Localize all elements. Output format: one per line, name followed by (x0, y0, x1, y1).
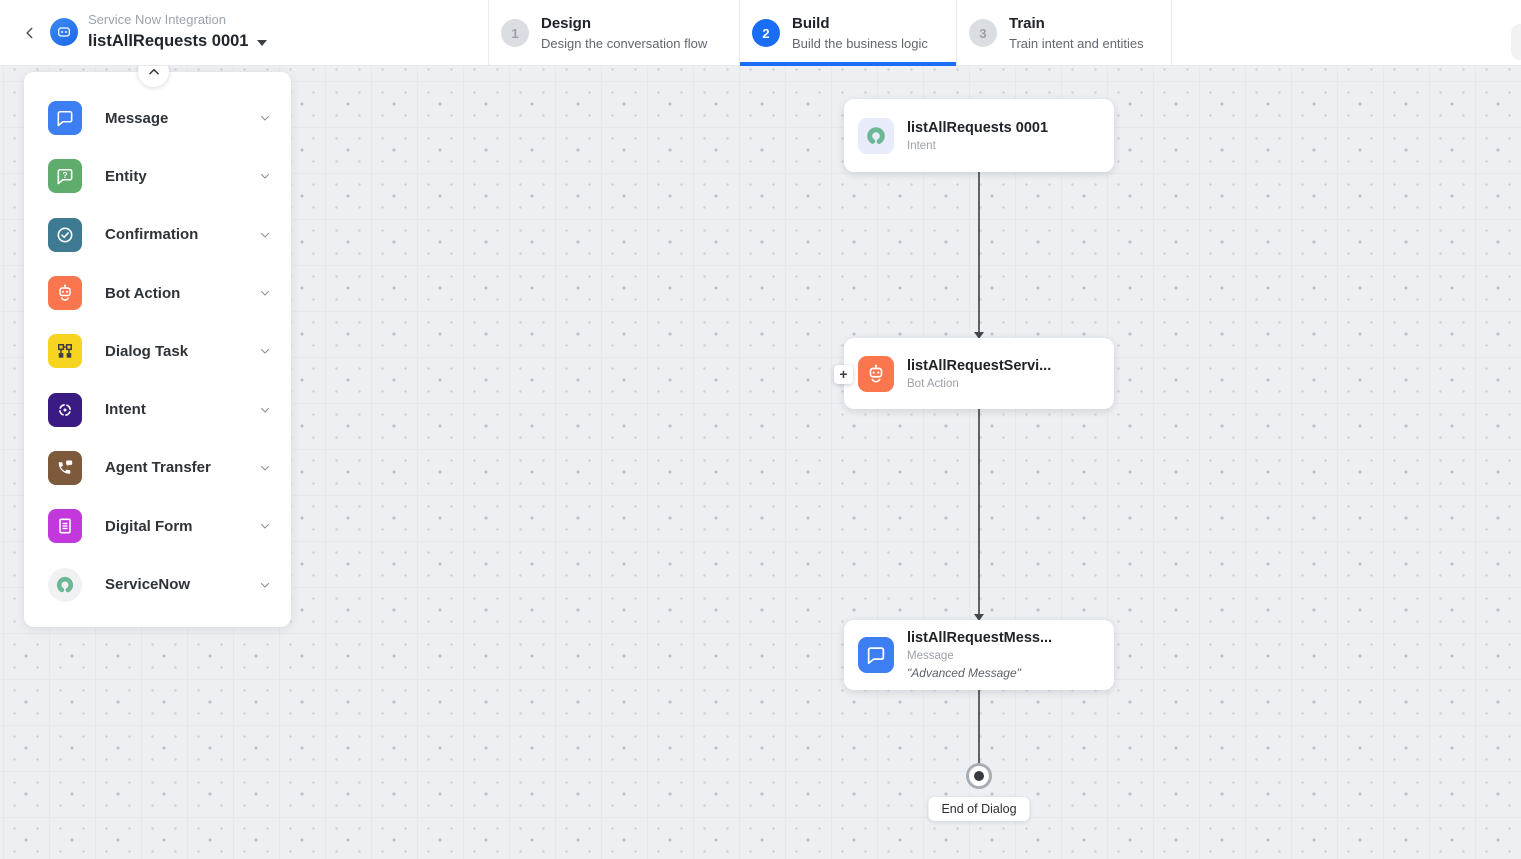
flow-canvas[interactable]: Message ? Entity Confirmation Bot Action (0, 66, 1521, 859)
chevron-down-icon[interactable] (259, 462, 271, 474)
chevron-up-icon (147, 65, 161, 79)
task-title-dropdown[interactable]: listAllRequests 0001 (88, 29, 267, 53)
end-of-dialog-label: End of Dialog (928, 797, 1029, 821)
step-label: Design (541, 14, 707, 34)
caret-down-icon (257, 40, 267, 46)
header: Service Now Integration listAllRequests … (0, 0, 1521, 66)
back-button[interactable] (16, 19, 44, 47)
intent-icon (48, 393, 82, 427)
chevron-left-icon (23, 26, 37, 40)
step-subtitle: Design the conversation flow (541, 35, 707, 52)
active-tab-indicator (740, 62, 956, 66)
bot-action-icon (858, 356, 894, 392)
message-icon (48, 101, 82, 135)
breadcrumb: Service Now Integration (88, 11, 267, 29)
palette-item-bot-action[interactable]: Bot Action (24, 264, 291, 322)
flow-node-message[interactable]: listAllRequestMess... Message "Advanced … (844, 620, 1114, 690)
chevron-down-icon[interactable] (259, 345, 271, 357)
svg-text:?: ? (62, 171, 67, 181)
servicenow-icon (858, 118, 894, 154)
dialog-task-icon (48, 334, 82, 368)
palette-item-label: Entity (105, 168, 259, 185)
palette-item-label: Intent (105, 401, 259, 418)
chevron-down-icon[interactable] (259, 112, 271, 124)
edge-botaction-to-message (978, 409, 980, 614)
node-title: listAllRequestMess... (907, 629, 1052, 647)
chevron-down-icon[interactable] (259, 229, 271, 241)
palette-item-label: Agent Transfer (105, 459, 259, 476)
end-of-dialog-node[interactable] (966, 763, 992, 789)
edge-message-to-end (978, 690, 980, 765)
tab-design[interactable]: 1 Design Design the conversation flow (488, 0, 739, 66)
palette-item-digital-form[interactable]: Digital Form (24, 497, 291, 555)
chevron-down-icon[interactable] (259, 287, 271, 299)
flow-node-bot-action[interactable]: + listAllRequestServi... Bot Action (844, 338, 1114, 409)
node-palette: Message ? Entity Confirmation Bot Action (24, 72, 291, 627)
palette-item-agent-transfer[interactable]: Agent Transfer (24, 439, 291, 497)
step-subtitle: Build the business logic (792, 35, 928, 52)
palette-item-label: Digital Form (105, 518, 259, 535)
palette-item-label: Confirmation (105, 226, 259, 243)
step-tabs: 1 Design Design the conversation flow 2 … (488, 0, 1172, 66)
chevron-down-icon[interactable] (259, 520, 271, 532)
bot-avatar-icon (50, 18, 78, 46)
header-right-button-sliver (1511, 24, 1521, 60)
step-number: 1 (501, 19, 529, 47)
palette-item-label: Bot Action (105, 285, 259, 302)
step-number: 2 (752, 19, 780, 47)
servicenow-icon (48, 568, 82, 602)
node-title: listAllRequestServi... (907, 357, 1051, 375)
flow-node-intent[interactable]: listAllRequests 0001 Intent (844, 99, 1114, 172)
page-title: listAllRequests 0001 (88, 29, 249, 53)
step-number: 3 (969, 19, 997, 47)
node-type: Message (907, 649, 1052, 663)
step-subtitle: Train intent and entities (1009, 35, 1144, 52)
palette-item-label: Message (105, 110, 259, 127)
palette-item-entity[interactable]: ? Entity (24, 147, 291, 205)
node-type: Intent (907, 139, 1048, 153)
tab-build[interactable]: 2 Build Build the business logic (739, 0, 956, 66)
end-dot-icon (974, 771, 984, 781)
chevron-down-icon[interactable] (259, 579, 271, 591)
step-label: Build (792, 14, 928, 34)
edge-intent-to-botaction (978, 172, 980, 332)
chevron-down-icon[interactable] (259, 404, 271, 416)
palette-item-confirmation[interactable]: Confirmation (24, 206, 291, 264)
bot-action-icon (48, 276, 82, 310)
tab-train[interactable]: 3 Train Train intent and entities (956, 0, 1172, 66)
palette-item-message[interactable]: Message (24, 89, 291, 147)
digital-form-icon (48, 509, 82, 543)
confirmation-icon (48, 218, 82, 252)
node-title: listAllRequests 0001 (907, 119, 1048, 137)
entity-icon: ? (48, 159, 82, 193)
palette-item-dialog-task[interactable]: Dialog Task (24, 322, 291, 380)
message-icon (858, 637, 894, 673)
palette-item-label: ServiceNow (105, 576, 259, 593)
node-type: Bot Action (907, 377, 1051, 391)
step-label: Train (1009, 14, 1144, 34)
chevron-down-icon[interactable] (259, 170, 271, 182)
node-message-preview: "Advanced Message" (907, 666, 1052, 681)
palette-item-intent[interactable]: Intent (24, 380, 291, 438)
add-node-button[interactable]: + (834, 365, 853, 384)
palette-item-servicenow[interactable]: ServiceNow (24, 555, 291, 613)
agent-transfer-icon (48, 451, 82, 485)
palette-item-label: Dialog Task (105, 343, 259, 360)
